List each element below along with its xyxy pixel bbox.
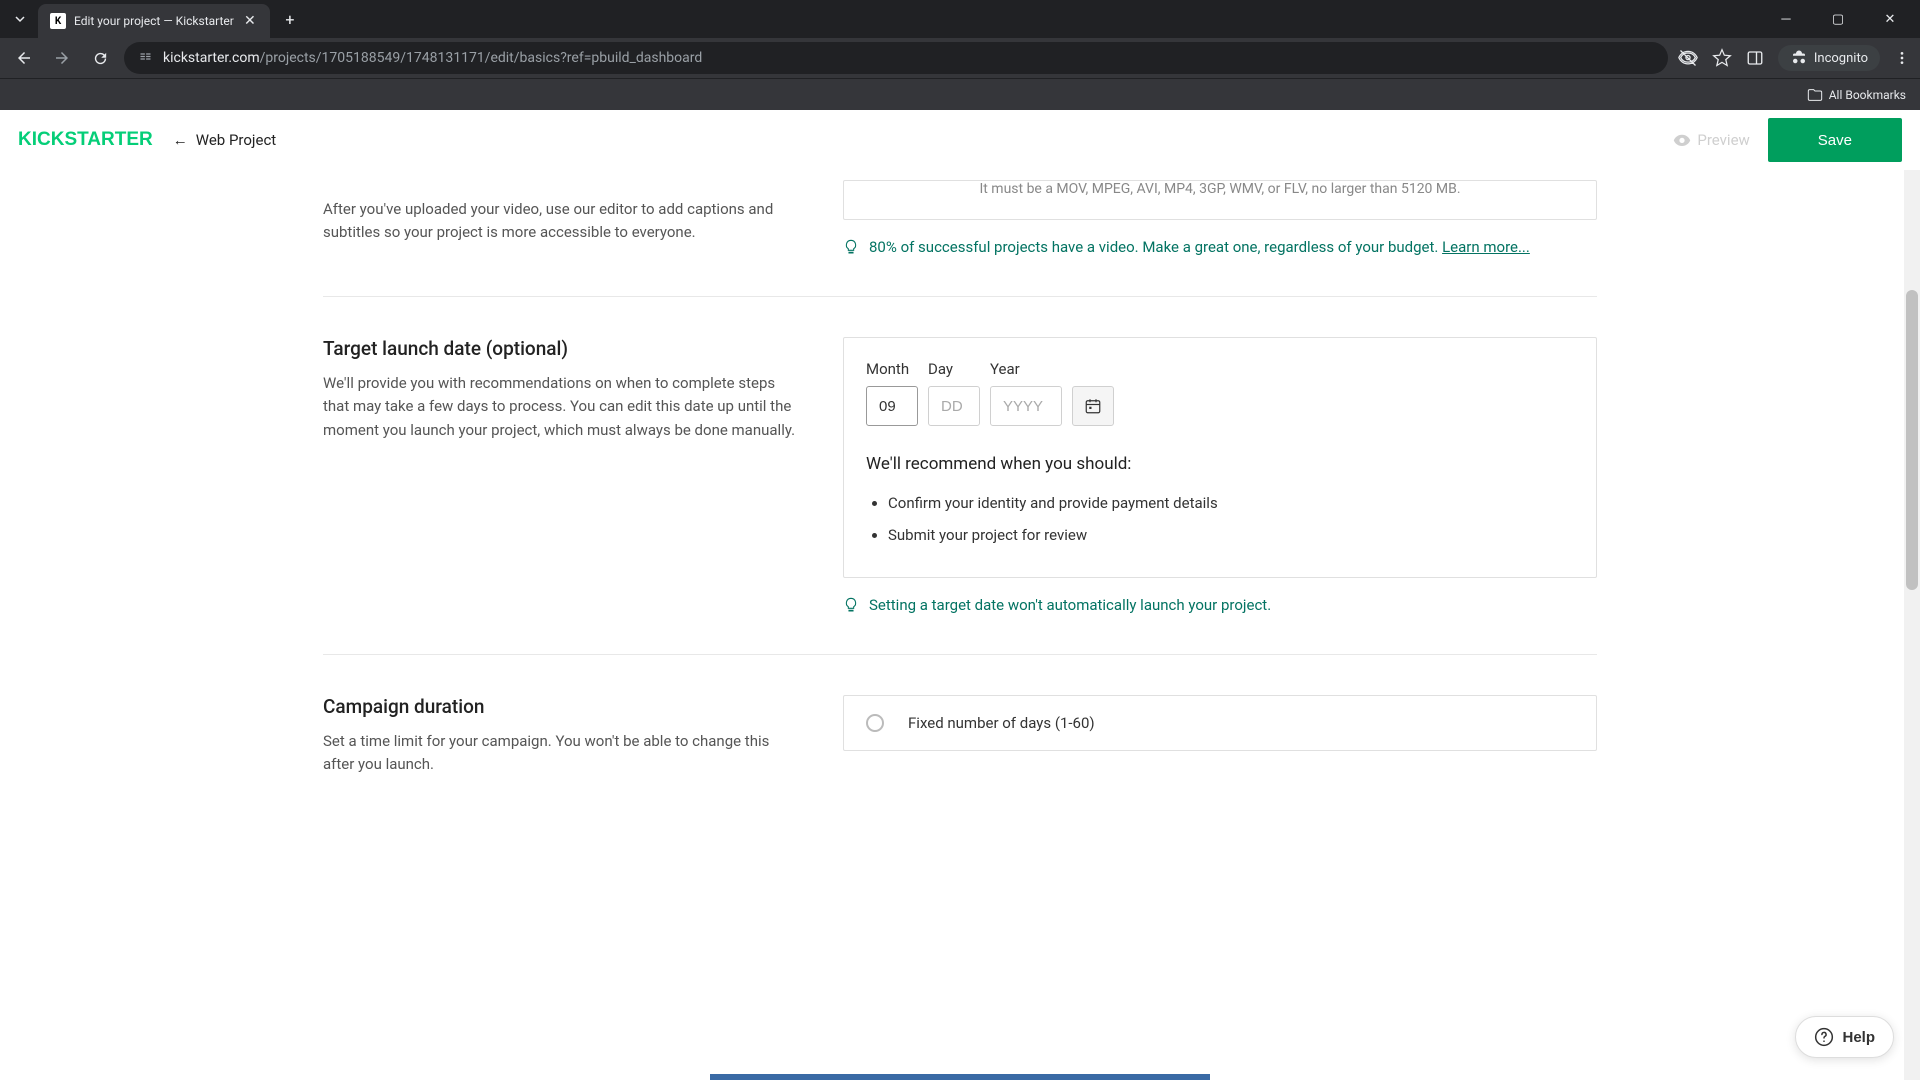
- year-input[interactable]: [990, 386, 1062, 426]
- browser-toolbar: kickstarter.com/projects/1705188549/1748…: [0, 38, 1920, 78]
- browser-tab[interactable]: K Edit your project — Kickstarter ✕: [38, 4, 270, 38]
- all-bookmarks-button[interactable]: All Bookmarks: [1807, 87, 1906, 103]
- launch-date-heading: Target launch date (optional): [323, 337, 803, 360]
- lightbulb-icon: [843, 239, 859, 255]
- launch-date-card: Month Day Year: [843, 337, 1597, 578]
- radio-unchecked-icon: [866, 714, 884, 732]
- help-label: Help: [1842, 1029, 1875, 1046]
- nav-forward-icon[interactable]: [48, 44, 76, 72]
- duration-fixed-label: Fixed number of days (1-60): [908, 714, 1095, 732]
- recommend-item: Confirm your identity and provide paymen…: [888, 488, 1574, 520]
- window-maximize-icon[interactable]: ▢: [1816, 3, 1860, 35]
- scrollbar-track[interactable]: [1904, 110, 1920, 1080]
- kickstarter-logo[interactable]: KICKSTARTER: [18, 129, 153, 151]
- tab-favicon-icon: K: [50, 13, 66, 29]
- recommend-heading: We'll recommend when you should:: [866, 454, 1574, 474]
- recommend-list: Confirm your identity and provide paymen…: [866, 488, 1574, 551]
- duration-heading: Campaign duration: [323, 695, 803, 718]
- duration-fixed-option[interactable]: Fixed number of days (1-60): [843, 695, 1597, 751]
- preview-button[interactable]: Preview: [1673, 131, 1749, 149]
- browser-chrome: K Edit your project — Kickstarter ✕ + ─ …: [0, 0, 1920, 110]
- page-viewport: KICKSTARTER ← Web Project Preview Save A…: [0, 110, 1920, 1080]
- video-tip-learn-more-link[interactable]: Learn more...: [1442, 238, 1530, 256]
- launch-date-description: We'll provide you with recommendations o…: [323, 372, 803, 442]
- save-button[interactable]: Save: [1768, 118, 1902, 162]
- window-minimize-icon[interactable]: ─: [1764, 3, 1808, 35]
- video-upload-hint-box: It must be a MOV, MPEG, AVI, MP4, 3GP, W…: [843, 180, 1597, 220]
- folder-icon: [1807, 87, 1823, 103]
- bottom-banner: [710, 1074, 1210, 1080]
- window-close-icon[interactable]: ✕: [1868, 3, 1912, 35]
- calendar-picker-button[interactable]: [1072, 386, 1114, 426]
- video-caption-hint: After you've uploaded your video, use ou…: [323, 198, 803, 245]
- preview-label: Preview: [1697, 131, 1749, 149]
- eye-icon: [1673, 131, 1691, 149]
- video-upload-hint: It must be a MOV, MPEG, AVI, MP4, 3GP, W…: [979, 181, 1460, 197]
- app-header: KICKSTARTER ← Web Project Preview Save: [0, 110, 1920, 170]
- url-text: kickstarter.com/projects/1705188549/1748…: [163, 50, 702, 66]
- help-button[interactable]: Help: [1795, 1016, 1894, 1058]
- calendar-icon: [1084, 397, 1102, 415]
- launch-date-tip: Setting a target date won't automaticall…: [843, 596, 1597, 614]
- year-label: Year: [990, 360, 1062, 378]
- bookmark-star-icon[interactable]: [1712, 48, 1732, 68]
- incognito-icon: [1790, 49, 1808, 67]
- month-label: Month: [866, 360, 918, 378]
- back-link-label: Web Project: [196, 131, 276, 149]
- new-tab-button[interactable]: +: [276, 5, 304, 33]
- tab-close-icon[interactable]: ✕: [242, 13, 258, 29]
- nav-back-icon[interactable]: [10, 44, 38, 72]
- back-to-project-link[interactable]: ← Web Project: [173, 131, 276, 149]
- recommend-item: Submit your project for review: [888, 520, 1574, 552]
- arrow-left-icon: ←: [173, 131, 188, 149]
- site-settings-icon[interactable]: [138, 49, 153, 68]
- video-tip: 80% of successful projects have a video.…: [843, 238, 1597, 256]
- help-circle-icon: [1814, 1027, 1834, 1047]
- browser-menu-icon[interactable]: [1894, 50, 1910, 66]
- month-input[interactable]: [866, 386, 918, 426]
- tab-strip: K Edit your project — Kickstarter ✕ + ─ …: [0, 0, 1920, 38]
- launch-date-tip-text: Setting a target date won't automaticall…: [869, 596, 1271, 614]
- lightbulb-icon: [843, 597, 859, 613]
- side-panel-icon[interactable]: [1746, 49, 1764, 67]
- tab-search-dropdown[interactable]: [8, 7, 32, 31]
- day-label: Day: [928, 360, 980, 378]
- duration-description: Set a time limit for your campaign. You …: [323, 730, 803, 777]
- scrollbar-thumb[interactable]: [1906, 290, 1918, 590]
- eye-off-icon[interactable]: [1678, 48, 1698, 68]
- url-bar[interactable]: kickstarter.com/projects/1705188549/1748…: [124, 42, 1668, 74]
- bookmarks-bar: All Bookmarks: [0, 78, 1920, 110]
- day-input[interactable]: [928, 386, 980, 426]
- video-tip-text: 80% of successful projects have a video.…: [869, 238, 1442, 256]
- incognito-chip[interactable]: Incognito: [1778, 45, 1880, 71]
- incognito-label: Incognito: [1814, 51, 1868, 66]
- tab-title: Edit your project — Kickstarter: [74, 14, 234, 28]
- nav-reload-icon[interactable]: [86, 44, 114, 72]
